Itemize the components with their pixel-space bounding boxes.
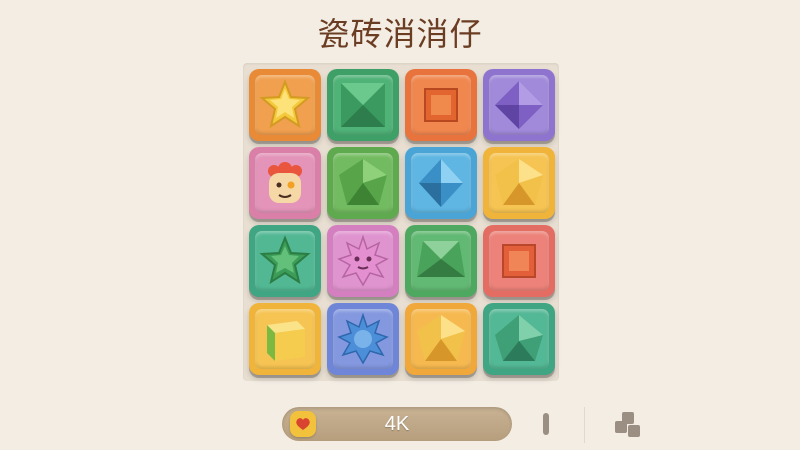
green-pentagon-icon [339,159,387,205]
purple-diamond-icon [495,81,543,129]
tile-r4-c1[interactable] [249,303,321,375]
tile-r4-c3[interactable] [405,303,477,375]
sun-face-icon [268,162,302,203]
green-gem-icon [417,241,465,277]
red-square-gem-icon [502,244,536,278]
score-bar[interactable]: 4K [282,407,512,441]
score-value: 4K [384,413,410,435]
tile-r1-c1[interactable] [249,69,321,141]
tile-r1-c3[interactable] [405,69,477,141]
pause-bar-icon[interactable] [543,413,549,435]
green-star-icon [259,235,311,285]
yellow-pentagon-icon [495,159,543,205]
star-icon [259,79,311,129]
tile-r2-c1[interactable] [249,147,321,219]
blue-spiky-icon [337,312,389,365]
tile-r4-c4[interactable] [483,303,555,375]
tile-r1-c2[interactable] [327,69,399,141]
tile-r3-c1[interactable] [249,225,321,297]
tile-r3-c3[interactable] [405,225,477,297]
tile-r2-c2[interactable] [327,147,399,219]
teal-gem-icon [495,315,543,361]
cube-icon [267,321,305,361]
tile-r3-c2[interactable] [327,225,399,297]
yellow-pentagon-icon [417,315,465,361]
tile-board [243,63,559,381]
tile-r2-c3[interactable] [405,147,477,219]
tile-r1-c4[interactable] [483,69,555,141]
blue-diamond-icon [419,159,463,207]
orange-square-gem-icon [424,88,458,122]
tile-r4-c2[interactable] [327,303,399,375]
tile-r3-c4[interactable] [483,225,555,297]
tile-r2-c4[interactable] [483,147,555,219]
divider [584,407,585,443]
pink-spiky-icon [337,234,389,287]
green-square-gem-icon [341,83,385,127]
game-title: 瓷砖消消仔 [317,15,483,53]
blocks-icon[interactable] [611,410,645,440]
